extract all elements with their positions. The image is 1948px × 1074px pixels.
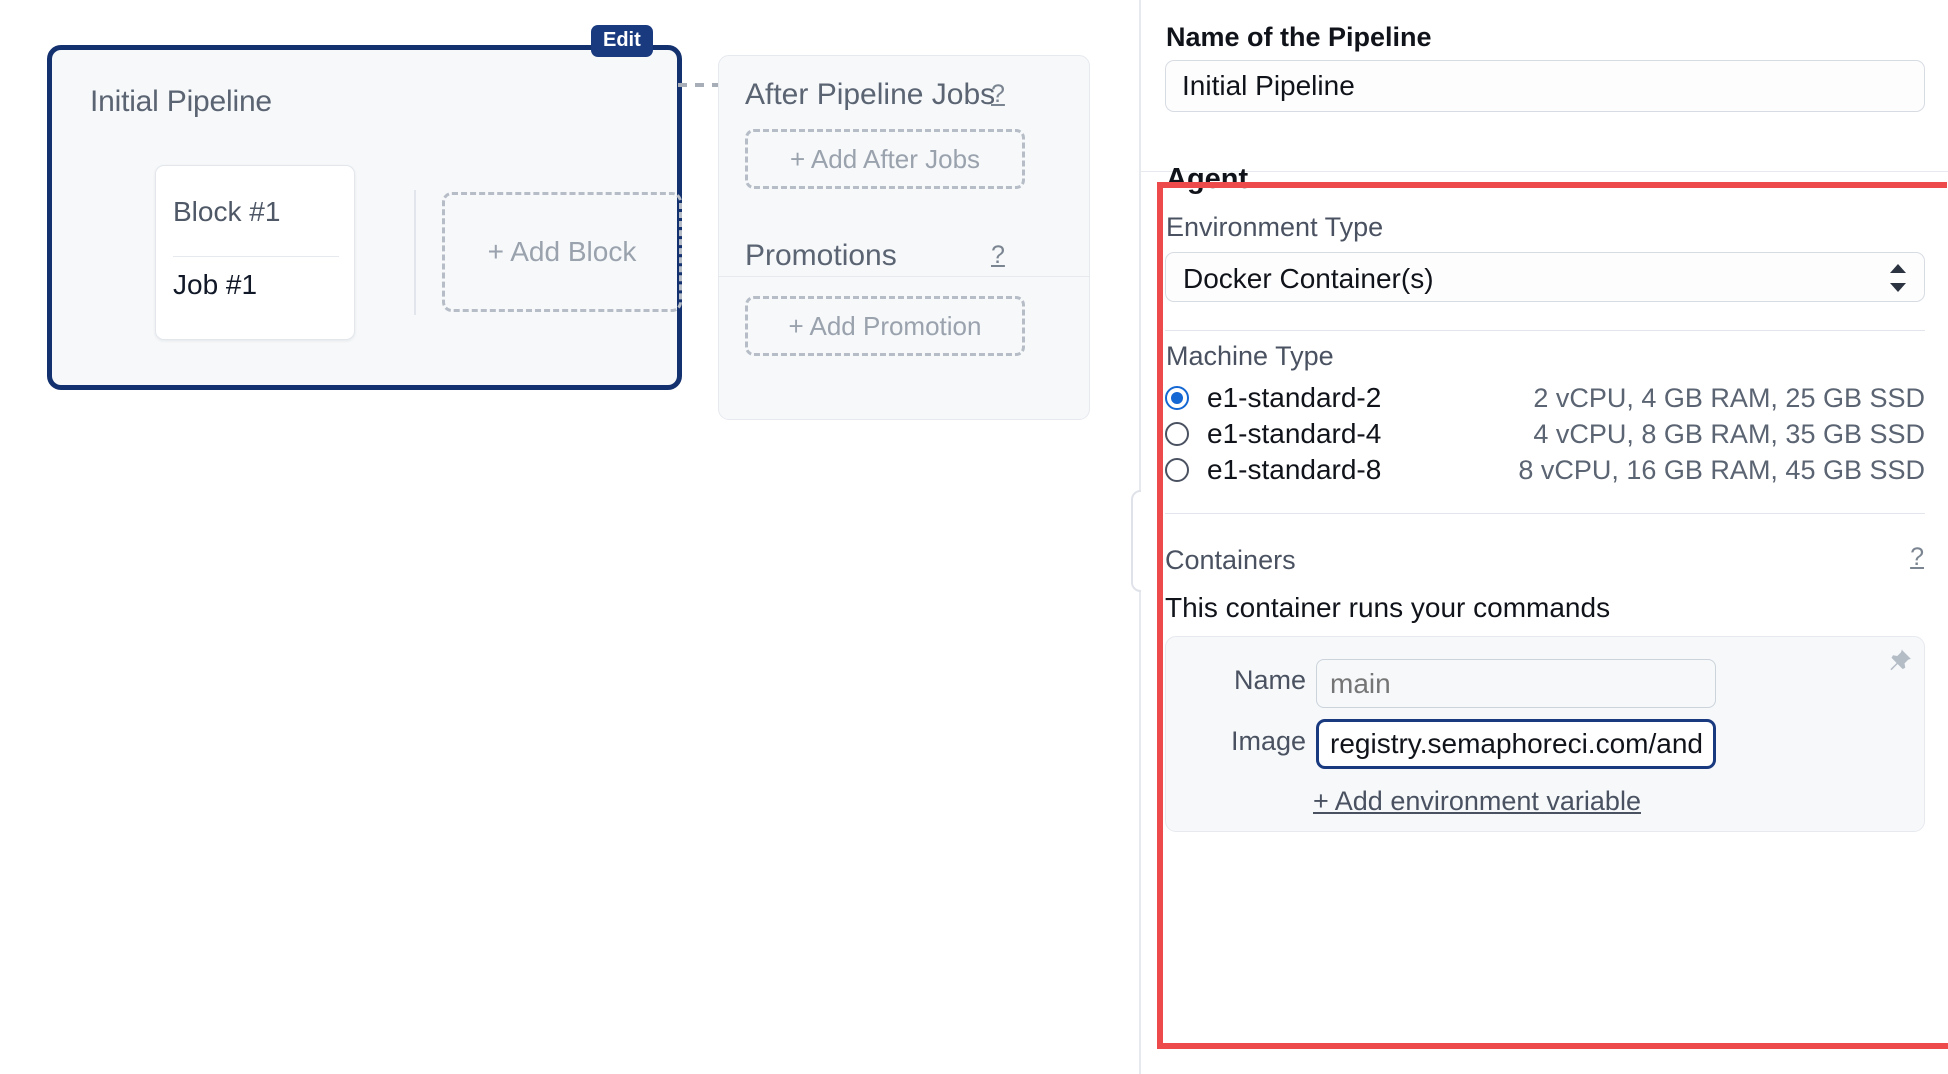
pipeline-card[interactable]: Initial Pipeline Block #1 Job #1 + Add B… bbox=[47, 45, 682, 390]
machine-type-name: e1-standard-4 bbox=[1207, 418, 1381, 450]
after-jobs-promotions-card: After Pipeline Jobs ? + Add After Jobs P… bbox=[718, 55, 1090, 420]
containers-label: Containers bbox=[1165, 545, 1296, 576]
add-after-jobs-button[interactable]: + Add After Jobs bbox=[745, 129, 1025, 189]
edit-pipeline-badge[interactable]: Edit bbox=[591, 25, 653, 57]
pipeline-name-label: Name of the Pipeline bbox=[1166, 22, 1432, 53]
pipeline-connector-line bbox=[678, 83, 718, 87]
promotions-title: Promotions bbox=[745, 239, 897, 273]
machine-type-name: e1-standard-2 bbox=[1207, 382, 1381, 414]
agent-section-title: Agent bbox=[1166, 163, 1248, 196]
agent-divider-2 bbox=[1165, 513, 1925, 514]
block-name: Block #1 bbox=[173, 196, 280, 228]
after-pipeline-jobs-help-icon[interactable]: ? bbox=[991, 80, 1005, 109]
container-description: This container runs your commands bbox=[1165, 592, 1610, 624]
block-separator bbox=[414, 190, 416, 315]
promotions-help-icon[interactable]: ? bbox=[991, 241, 1005, 270]
add-block-button[interactable]: + Add Block bbox=[442, 192, 682, 312]
radio-icon[interactable] bbox=[1165, 422, 1189, 446]
machine-type-option-1[interactable]: e1-standard-4 4 vCPU, 8 GB RAM, 35 GB SS… bbox=[1165, 418, 1925, 454]
machine-type-spec: 4 vCPU, 8 GB RAM, 35 GB SSD bbox=[1533, 419, 1925, 450]
container-image-input[interactable] bbox=[1316, 719, 1716, 769]
chevron-updown-icon bbox=[1890, 264, 1906, 292]
workflow-canvas: Initial Pipeline Block #1 Job #1 + Add B… bbox=[0, 0, 1140, 1074]
pipeline-name-input[interactable] bbox=[1165, 60, 1925, 112]
container-image-label: Image bbox=[1166, 726, 1306, 757]
pipeline-editor-screen: Initial Pipeline Block #1 Job #1 + Add B… bbox=[0, 0, 1948, 1074]
environment-type-value: Docker Container(s) bbox=[1183, 263, 1434, 295]
job-name: Job #1 bbox=[173, 269, 257, 301]
configuration-panel: Name of the Pipeline Agent Environment T… bbox=[1141, 0, 1948, 1074]
block-card[interactable]: Block #1 Job #1 bbox=[155, 165, 355, 340]
container-name-label: Name bbox=[1166, 665, 1306, 696]
add-environment-variable-link[interactable]: + Add environment variable bbox=[1313, 786, 1641, 817]
container-name-input[interactable] bbox=[1316, 659, 1716, 708]
pin-icon[interactable] bbox=[1884, 647, 1914, 677]
environment-type-label: Environment Type bbox=[1166, 212, 1383, 243]
pipeline-card-title: Initial Pipeline bbox=[90, 85, 272, 119]
machine-type-label: Machine Type bbox=[1166, 341, 1334, 372]
machine-type-spec: 8 vCPU, 16 GB RAM, 45 GB SSD bbox=[1518, 455, 1925, 486]
side-card-divider bbox=[719, 276, 1089, 277]
machine-type-name: e1-standard-8 bbox=[1207, 454, 1381, 486]
agent-divider-1 bbox=[1165, 330, 1925, 331]
environment-type-select[interactable]: Docker Container(s) bbox=[1165, 252, 1925, 302]
radio-icon[interactable] bbox=[1165, 386, 1189, 410]
add-promotion-button[interactable]: + Add Promotion bbox=[745, 296, 1025, 356]
container-card: Name Image + Add environment variable bbox=[1165, 636, 1925, 832]
radio-icon[interactable] bbox=[1165, 458, 1189, 482]
machine-type-spec: 2 vCPU, 4 GB RAM, 25 GB SSD bbox=[1533, 383, 1925, 414]
block-divider bbox=[173, 256, 339, 257]
containers-help-icon[interactable]: ? bbox=[1910, 543, 1924, 572]
machine-type-option-2[interactable]: e1-standard-8 8 vCPU, 16 GB RAM, 45 GB S… bbox=[1165, 454, 1925, 490]
agent-section-highlight-bottom bbox=[1157, 1043, 1948, 1049]
after-pipeline-jobs-title: After Pipeline Jobs bbox=[745, 78, 995, 112]
pipeline-name-section: Name of the Pipeline bbox=[1141, 0, 1948, 172]
machine-type-option-0[interactable]: e1-standard-2 2 vCPU, 4 GB RAM, 25 GB SS… bbox=[1165, 382, 1925, 418]
